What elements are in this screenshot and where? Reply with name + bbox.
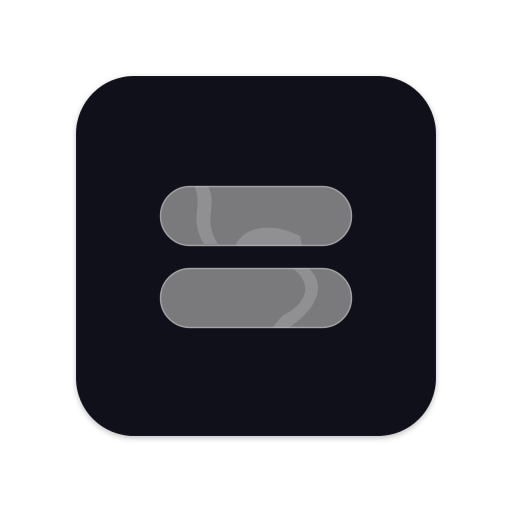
top-bar — [159, 185, 353, 247]
app-icon-tile[interactable] — [76, 76, 436, 436]
equals-icon — [159, 185, 353, 329]
icon-canvas — [0, 0, 512, 512]
bottom-bar — [159, 267, 353, 329]
